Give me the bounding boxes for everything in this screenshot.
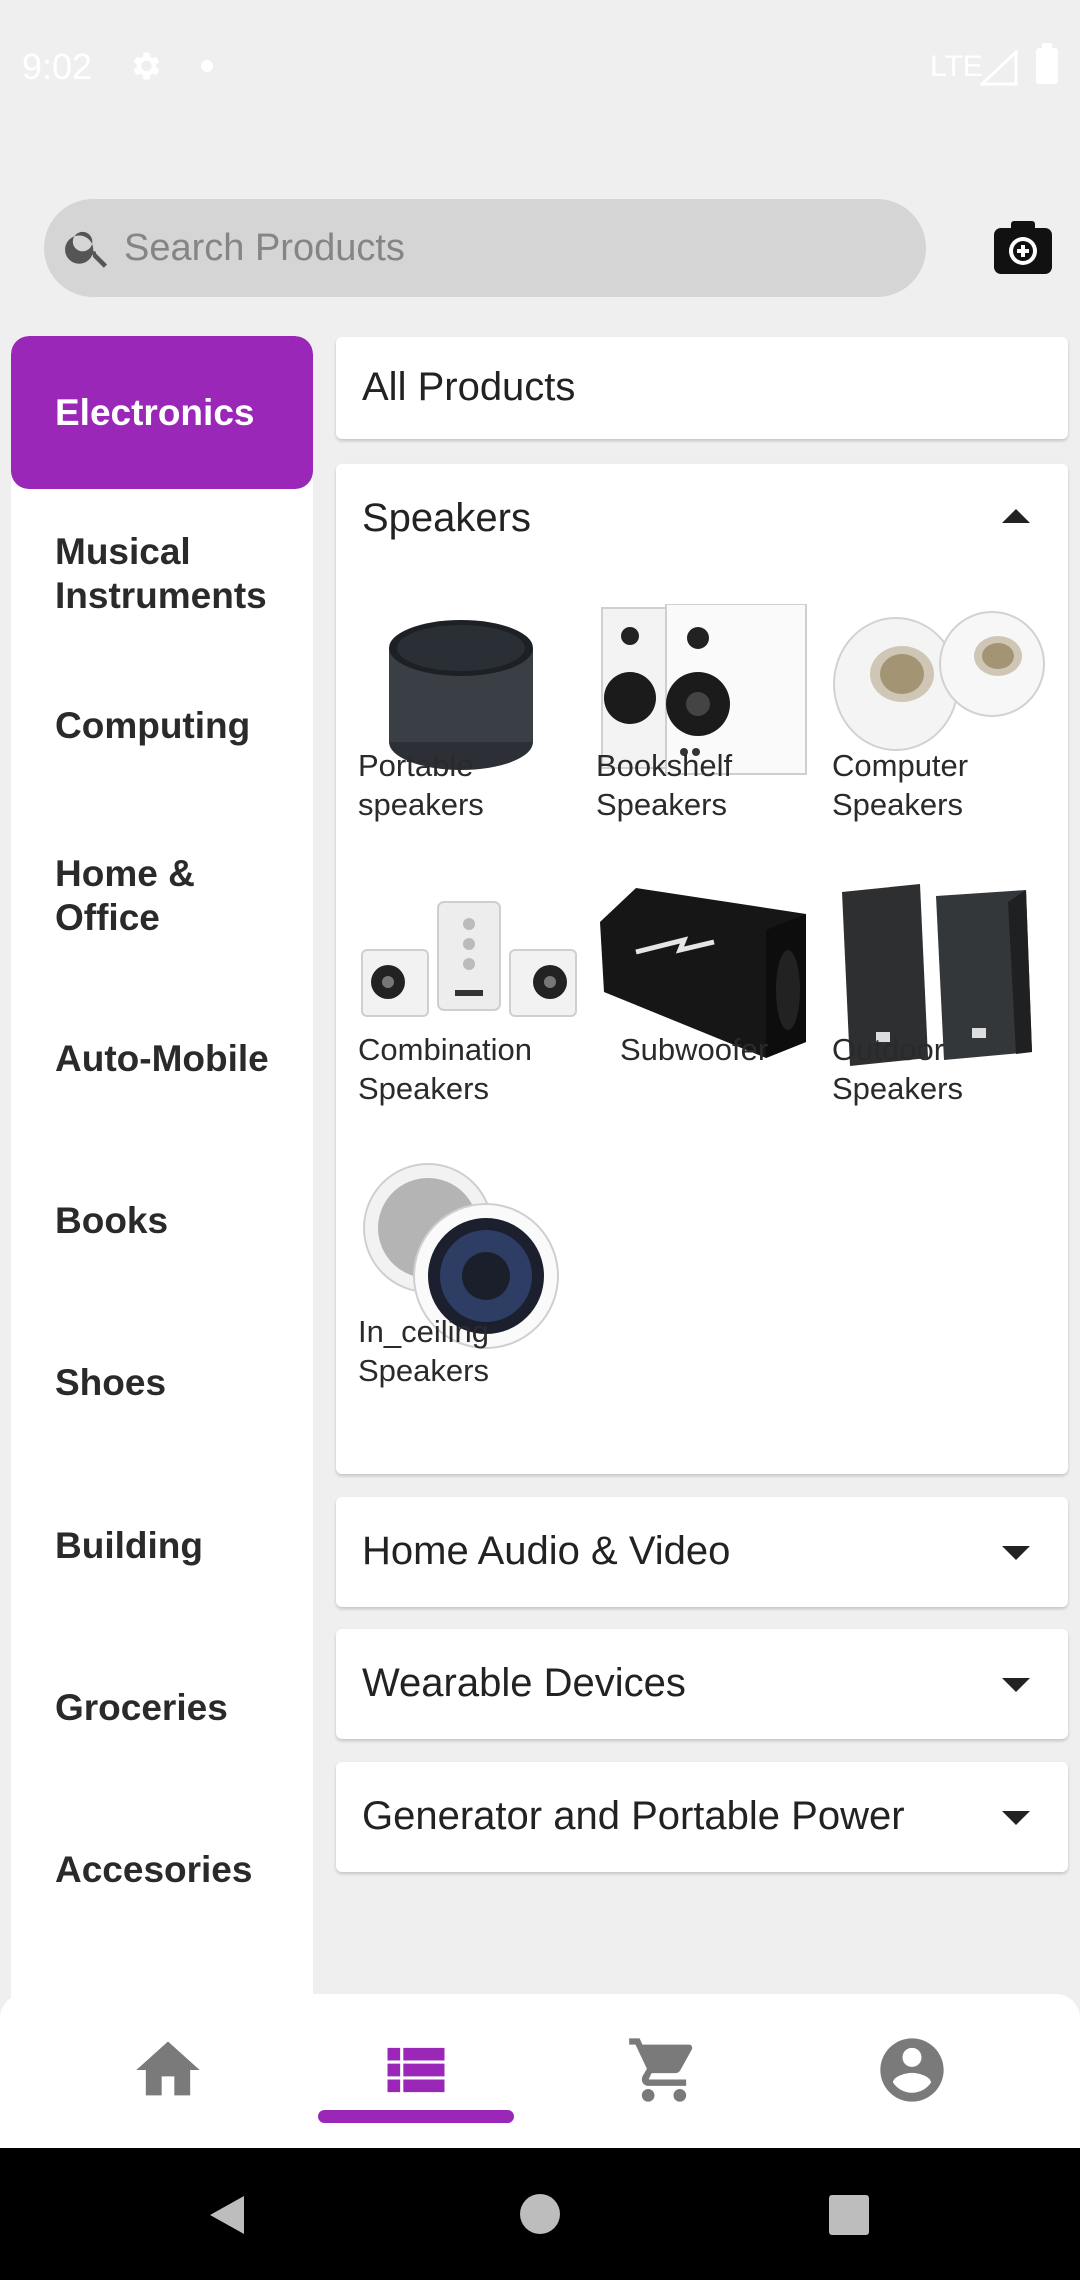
section-title: Home Audio & Video bbox=[362, 1529, 731, 1573]
all-products-label: All Products bbox=[362, 365, 576, 409]
sidebar-item-building[interactable]: Building bbox=[11, 1486, 313, 1606]
expand-caret-icon bbox=[1002, 1546, 1030, 1560]
sidebar-item-books[interactable]: Books bbox=[11, 1161, 313, 1281]
generator-portable-power-section[interactable]: Generator and Portable Power bbox=[336, 1762, 1068, 1872]
search-input[interactable] bbox=[124, 199, 904, 297]
speakers-section-title: Speakers bbox=[362, 496, 531, 540]
home-icon bbox=[136, 2041, 200, 2096]
status-time: 9:02 bbox=[22, 46, 93, 87]
product-name: In_ceiling Speakers bbox=[358, 1314, 489, 1388]
all-products-button[interactable]: All Products bbox=[336, 337, 1068, 439]
sidebar-item-electronics[interactable]: Electronics bbox=[11, 336, 313, 489]
product-tile[interactable]: In_ceiling Speakers bbox=[358, 1162, 588, 1424]
product-tile[interactable]: Outdoor Speakers bbox=[832, 882, 1062, 1132]
sidebar-item-musical-instruments[interactable]: Musical Instruments bbox=[11, 504, 313, 644]
product-name: Bookshelf Speakers bbox=[596, 748, 733, 822]
search-bar[interactable] bbox=[44, 199, 926, 297]
expand-caret-icon bbox=[1002, 1811, 1030, 1825]
sidebar-item-accesories[interactable]: Accesories bbox=[11, 1810, 313, 1930]
home-audio-video-section[interactable]: Home Audio & Video bbox=[336, 1497, 1068, 1607]
back-icon[interactable] bbox=[204, 2192, 250, 2238]
product-name: Outdoor Speakers bbox=[832, 1032, 963, 1106]
nav-account-button[interactable] bbox=[874, 2032, 950, 2108]
notification-dot-icon bbox=[201, 60, 213, 72]
camera-search-button[interactable] bbox=[992, 220, 1054, 276]
bottom-navigation bbox=[0, 1994, 1080, 2148]
home-circle-icon[interactable] bbox=[518, 2192, 562, 2236]
product-tile[interactable]: Combination Speakers bbox=[358, 882, 588, 1132]
camera-icon bbox=[994, 221, 1052, 274]
product-tile[interactable]: Subwoofer bbox=[596, 882, 826, 1132]
section-title: Wearable Devices bbox=[362, 1661, 686, 1705]
collapse-caret-icon bbox=[1002, 509, 1030, 523]
list-icon bbox=[387, 2047, 445, 2093]
recents-icon[interactable] bbox=[828, 2194, 870, 2236]
sidebar-item-groceries[interactable]: Groceries bbox=[11, 1648, 313, 1768]
product-tile[interactable]: Portable speakers bbox=[358, 604, 588, 844]
battery-icon bbox=[1036, 43, 1058, 84]
product-name: Subwoofer bbox=[620, 1032, 769, 1067]
sidebar-item-home-office[interactable]: Home & Office bbox=[11, 826, 313, 966]
settings-gear-icon bbox=[127, 48, 163, 89]
nav-home-button[interactable] bbox=[130, 2032, 206, 2108]
sidebar-item-auto-mobile[interactable]: Auto-Mobile bbox=[11, 999, 313, 1119]
wearable-devices-section[interactable]: Wearable Devices bbox=[336, 1629, 1068, 1739]
status-bar: 9:02 LTE bbox=[0, 0, 1080, 135]
system-navigation-bar bbox=[0, 2148, 1080, 2280]
nav-categories-button[interactable] bbox=[378, 2032, 454, 2108]
product-name: Portable speakers bbox=[358, 748, 484, 822]
expand-caret-icon bbox=[1002, 1678, 1030, 1692]
nav-cart-button[interactable] bbox=[626, 2032, 702, 2108]
account-icon bbox=[880, 2038, 944, 2102]
category-sidebar: Electronics Musical Instruments Computin… bbox=[11, 336, 313, 2000]
section-title: Generator and Portable Power bbox=[362, 1794, 905, 1838]
product-name: Combination Speakers bbox=[358, 1032, 533, 1106]
product-tile[interactable]: Bookshelf Speakers bbox=[596, 604, 826, 844]
sidebar-item-shoes[interactable]: Shoes bbox=[11, 1323, 313, 1443]
network-type: LTE bbox=[930, 50, 983, 83]
sidebar-item-computing[interactable]: Computing bbox=[11, 666, 313, 786]
cart-icon bbox=[629, 2038, 693, 2102]
search-icon bbox=[62, 221, 114, 278]
active-tab-indicator bbox=[318, 2110, 514, 2123]
speakers-section: Speakers Portable speakers Bookshelf Spe… bbox=[336, 464, 1068, 1474]
signal-icon bbox=[978, 48, 1018, 91]
speakers-section-header[interactable]: Speakers bbox=[336, 464, 1068, 574]
product-name: Computer Speakers bbox=[832, 748, 969, 822]
product-tile[interactable]: Computer Speakers bbox=[832, 604, 1062, 844]
